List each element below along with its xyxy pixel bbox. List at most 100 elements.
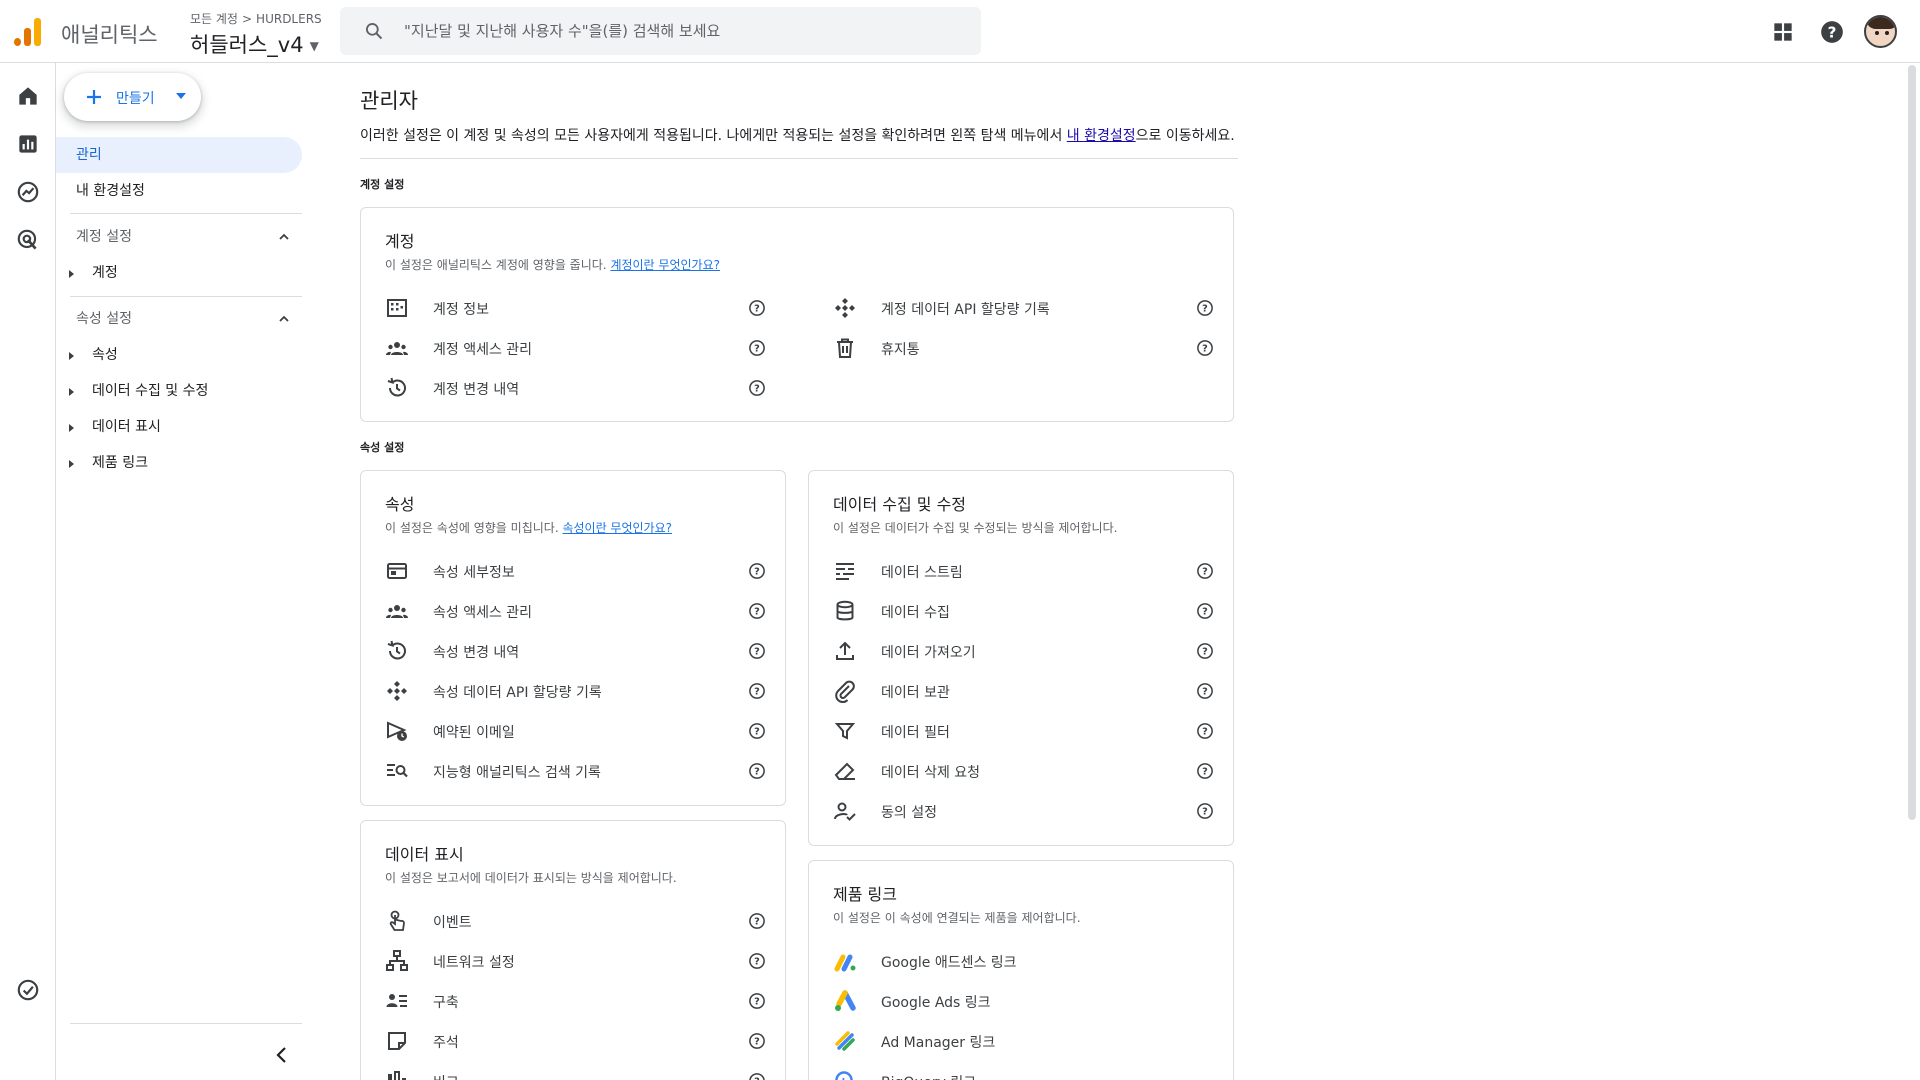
help-icon[interactable]: ? (748, 1032, 766, 1050)
help-icon[interactable]: ? (1196, 682, 1214, 700)
breadcrumb: 모든 계정 > HURDLERS (190, 10, 322, 27)
annotations-row[interactable]: 주석 ? (385, 1021, 775, 1061)
help-icon[interactable]: ? (1196, 562, 1214, 580)
adsense-icon (834, 954, 856, 972)
row-label: Google Ads 링크 (881, 995, 991, 1011)
help-icon[interactable]: ? (748, 379, 766, 397)
help-icon[interactable]: ? (748, 952, 766, 970)
nav-item-product-links[interactable]: 제품 링크 (56, 445, 148, 481)
create-button[interactable]: 만들기 (64, 73, 201, 121)
help-icon[interactable]: ? (748, 602, 766, 620)
consent-icon (834, 802, 856, 821)
account-card: 계정 이 설정은 애널리틱스 계정에 영향을 줍니다. 계정이란 무엇인가요? … (360, 207, 1234, 422)
help-icon[interactable]: ? (748, 722, 766, 740)
help-icon[interactable]: ? (1196, 802, 1214, 820)
card-description: 이 설정은 데이터가 수집 및 수정되는 방식을 제어합니다. (833, 521, 1118, 535)
nav-item-data-collection[interactable]: 데이터 수집 및 수정 (56, 373, 208, 409)
help-icon[interactable]: ? (748, 642, 766, 660)
scheduled-emails-row[interactable]: 예약된 이메일 ? (385, 711, 775, 751)
apps-grid-icon[interactable] (1770, 19, 1796, 45)
row-label: 네트워크 설정 (433, 955, 515, 971)
data-deletion-requests-row[interactable]: 데이터 삭제 요청 ? (833, 751, 1223, 791)
data-import-row[interactable]: 데이터 가져오기 ? (833, 631, 1223, 671)
advertising-icon[interactable] (15, 227, 41, 253)
dropdown-arrow-icon[interactable] (176, 93, 186, 99)
help-icon[interactable]: ? (748, 992, 766, 1010)
nav-section-account-settings[interactable]: 계정 설정 (76, 219, 302, 255)
comparisons-row[interactable]: 비교 ? (385, 1061, 775, 1080)
property-change-history-row[interactable]: 속성 변경 내역 ? (385, 631, 775, 671)
home-icon[interactable] (15, 83, 41, 109)
reports-icon[interactable] (15, 131, 41, 157)
property-api-quota-row[interactable]: 속성 데이터 API 할당량 기록 ? (385, 671, 775, 711)
api-icon (835, 298, 855, 318)
avatar[interactable] (1864, 15, 1897, 48)
audiences-row[interactable]: 구축 ? (385, 981, 775, 1021)
google-ads-link-row[interactable]: Google Ads 링크 (833, 981, 1223, 1021)
help-icon[interactable]: ? (1196, 722, 1214, 740)
svg-text:?: ? (754, 686, 760, 697)
trash-row[interactable]: 휴지통 ? (833, 328, 1223, 368)
account-access-row[interactable]: 계정 액세스 관리 ? (385, 328, 775, 368)
property-access-row[interactable]: 속성 액세스 관리 ? (385, 591, 775, 631)
account-api-quota-row[interactable]: 계정 데이터 API 할당량 기록 ? (833, 288, 1223, 328)
help-icon[interactable]: ? (1196, 602, 1214, 620)
stream-icon (836, 563, 854, 580)
account-details-row[interactable]: 계정 정보 ? (385, 288, 775, 328)
help-icon[interactable]: ? (748, 299, 766, 317)
collapse-nav-icon[interactable] (270, 1043, 294, 1067)
help-icon[interactable]: ? (1196, 299, 1214, 317)
row-label: 데이터 보관 (881, 685, 950, 701)
desc-text: 으로 이동하세요. (1135, 128, 1235, 144)
expand-arrow-icon (69, 424, 74, 432)
divider (70, 296, 302, 297)
nav-item-account[interactable]: 계정 (56, 255, 118, 291)
data-retention-row[interactable]: 데이터 보관 ? (833, 671, 1223, 711)
nav-item-admin[interactable]: 관리 (56, 137, 302, 173)
svg-text:?: ? (754, 566, 760, 577)
data-filters-row[interactable]: 데이터 필터 ? (833, 711, 1223, 751)
row-label: 휴지통 (881, 342, 920, 358)
what-is-property-link[interactable]: 속성이란 무엇인가요? (562, 521, 672, 535)
property-details-row[interactable]: 속성 세부정보 ? (385, 551, 775, 591)
nav-item-property[interactable]: 속성 (56, 337, 118, 373)
bigquery-link-row[interactable]: BigQuery 링크 (833, 1061, 1223, 1080)
page-scrollbar[interactable] (1908, 65, 1916, 820)
help-icon[interactable]: ? (1196, 762, 1214, 780)
ad-manager-link-row[interactable]: Ad Manager 링크 (833, 1021, 1223, 1061)
help-icon[interactable]: ? (1819, 19, 1845, 45)
nav-item-data-display[interactable]: 데이터 표시 (56, 409, 161, 445)
search-input[interactable] (404, 19, 964, 43)
create-label: 만들기 (116, 91, 155, 107)
network-settings-row[interactable]: 네트워크 설정 ? (385, 941, 775, 981)
top-app-bar: 애널리틱스 모든 계정>HURDLERS 허들러스_v4 ▼ ? (0, 0, 1920, 63)
card-title: 데이터 수집 및 수정 (833, 495, 967, 514)
nav-section-property-settings[interactable]: 속성 설정 (76, 301, 302, 337)
data-collection-row[interactable]: 데이터 수집 ? (833, 591, 1223, 631)
analytics-logo-icon[interactable] (14, 16, 42, 46)
what-is-account-link[interactable]: 계정이란 무엇인가요? (610, 258, 720, 272)
account-picker[interactable]: 모든 계정 > HURDLERS 허들러스_v4 ▼ (190, 10, 322, 59)
help-icon[interactable]: ? (1196, 642, 1214, 660)
help-icon[interactable]: ? (748, 682, 766, 700)
search-bar[interactable] (340, 7, 981, 55)
account-change-history-row[interactable]: 계정 변경 내역 ? (385, 368, 775, 408)
help-icon[interactable]: ? (748, 339, 766, 357)
data-streams-row[interactable]: 데이터 스트림 ? (833, 551, 1223, 591)
consent-settings-row[interactable]: 동의 설정 ? (833, 791, 1223, 831)
analytics-search-history-row[interactable]: 지능형 애널리틱스 검색 기록 ? (385, 751, 775, 791)
events-row[interactable]: 이벤트 ? (385, 901, 775, 941)
search-history-icon (387, 764, 408, 778)
help-icon[interactable]: ? (1196, 339, 1214, 357)
adsense-link-row[interactable]: Google 애드센스 링크 (833, 941, 1223, 981)
my-preferences-link[interactable]: 내 환경설정 (1067, 128, 1136, 144)
help-icon[interactable]: ? (748, 1072, 766, 1080)
account-settings-header: 계정 설정 (360, 178, 405, 191)
tasks-icon[interactable] (15, 977, 41, 1003)
property-selector[interactable]: 허들러스_v4 ▼ (190, 29, 322, 59)
explore-icon[interactable] (15, 179, 41, 205)
nav-item-my-preferences[interactable]: 내 환경설정 (56, 173, 302, 209)
help-icon[interactable]: ? (748, 762, 766, 780)
help-icon[interactable]: ? (748, 562, 766, 580)
help-icon[interactable]: ? (748, 912, 766, 930)
